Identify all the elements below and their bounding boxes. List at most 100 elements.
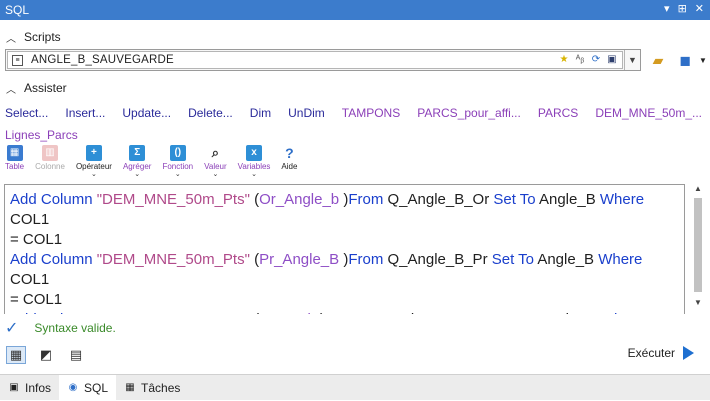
chevron-up-icon[interactable]: ︿ — [6, 30, 16, 45]
help-tool[interactable]: ? Aide — [281, 145, 297, 178]
code-line-wrap: = COL1 — [10, 231, 63, 248]
variables-icon: x — [246, 145, 263, 161]
value-tool-label: Valeur — [204, 162, 227, 171]
scroll-thumb[interactable] — [694, 198, 702, 292]
syntax-status-text: Syntaxe valide. — [34, 321, 116, 335]
chevron-down-icon[interactable]: ▼ — [624, 50, 640, 70]
value-tool[interactable]: ⌕ Valeur ⌄ — [204, 145, 227, 178]
tab-infos[interactable]: ▣ Infos — [0, 375, 59, 401]
function-icon: () — [169, 145, 186, 161]
assister-label: Assister — [24, 81, 67, 95]
info-icon: ▣ — [9, 382, 19, 393]
column-tool: ▥ Colonne — [35, 145, 65, 178]
bottom-tab-bar: ▣ Infos ◉ SQL ▦ Tâches — [0, 374, 710, 401]
code-tail: COL1 — [10, 211, 50, 228]
scripts-section-header[interactable]: ︿ Scripts — [0, 27, 61, 47]
chevron-down-icon: ⌄ — [134, 171, 141, 178]
aggregate-tool[interactable]: Σ Agréger ⌄ — [123, 145, 151, 178]
link-table-parcs-pour-affi[interactable]: PARCS_pour_affi... — [417, 106, 521, 120]
script-selector[interactable]: ≡ ANGLE_B_SAUVEGARDE ★ ᴬᵦ ⟳ ▣ ▼ — [5, 49, 641, 71]
new-script-icon[interactable]: ◼ — [676, 51, 694, 69]
scroll-up-icon[interactable]: ▲ — [690, 184, 706, 196]
link-update[interactable]: Update... — [122, 106, 171, 120]
star-icon[interactable]: ★ — [558, 54, 570, 66]
link-table-lignes-parcs[interactable]: Lignes_Parcs — [5, 128, 78, 142]
execute-button[interactable]: Exécuter — [628, 346, 694, 360]
operator-tool-label: Opérateur — [75, 162, 112, 171]
refresh-icon[interactable]: ⟳ — [590, 54, 602, 66]
code-paren: ) — [339, 251, 349, 268]
code-paren: ) — [316, 311, 325, 314]
script-selector-field[interactable]: ≡ ANGLE_B_SAUVEGARDE ★ ᴬᵦ ⟳ ▣ — [7, 51, 623, 69]
magnifier-icon: ⌕ — [207, 145, 224, 161]
dropdown-icon[interactable]: ▾ — [664, 2, 670, 15]
code-column: Or_Angle_b — [259, 191, 340, 208]
link-insert[interactable]: Insert... — [65, 106, 105, 120]
variables-tool[interactable]: x Variables ⌄ — [238, 145, 270, 178]
chevron-down-icon: ⌄ — [91, 171, 97, 178]
tab-sql-label: SQL — [84, 381, 109, 395]
function-tool[interactable]: () Fonction ⌄ — [162, 145, 193, 178]
tab-taches[interactable]: ▦ Tâches — [116, 375, 188, 401]
operator-icon: + — [85, 145, 102, 161]
code-string: "DEM_MNE_50m_Pts" — [96, 191, 250, 208]
close-icon[interactable]: ✕ — [695, 2, 704, 15]
sql-code[interactable]: Add Column "DEM_MNE_50m_Pts" (Or_Angle_b… — [5, 185, 684, 314]
link-delete[interactable]: Delete... — [188, 106, 233, 120]
table-tool[interactable]: ▦ Table — [5, 145, 24, 178]
sql-editor[interactable]: Add Column "DEM_MNE_50m_Pts" (Or_Angle_b… — [4, 184, 685, 314]
tab-infos-label: Infos — [25, 381, 52, 395]
link-table-dem-mne[interactable]: DEM_MNE_50m_... — [595, 106, 702, 120]
code-source: Q_Angle_B_Pr — [383, 251, 492, 268]
open-folder-icon[interactable]: ▰ — [649, 51, 667, 69]
operator-tool[interactable]: + Opérateur ⌄ — [76, 145, 112, 178]
code-keyword: Where — [598, 251, 643, 268]
code-line: Add Column "DEM_MNE_50m_Pts" (Or_Pr_b )F… — [10, 310, 679, 314]
link-dim[interactable]: Dim — [250, 106, 271, 120]
new-script-dropdown-icon[interactable]: ▼ — [694, 51, 710, 69]
assister-links: Select... Insert... Update... Delete... … — [5, 104, 705, 144]
table-icon: ▦ — [6, 145, 23, 161]
link-table-tampons[interactable]: TAMPONS — [342, 106, 400, 120]
code-column: Pr_Angle_B — [259, 251, 340, 268]
pin-icon[interactable]: ⊞ — [678, 2, 687, 15]
code-keyword: Set To — [493, 191, 536, 208]
bottom-toolbar: ▦ ◩ ▤ — [6, 346, 86, 364]
link-select[interactable]: Select... — [5, 106, 48, 120]
aggregate-tool-label: Agréger — [122, 162, 152, 171]
export-icon[interactable]: ▤ — [66, 346, 86, 364]
sigma-icon: Σ — [129, 145, 146, 161]
assister-toolbar: ▦ Table ▥ Colonne + Opérateur ⌄ Σ Agrége… — [5, 145, 308, 178]
tasks-icon: ▦ — [125, 382, 135, 393]
checkmark-icon: ✓ — [5, 320, 19, 337]
scroll-down-icon[interactable]: ▼ — [690, 298, 706, 310]
window-title: SQL — [5, 3, 30, 17]
tab-taches-label: Tâches — [141, 381, 181, 395]
code-paren: ) — [339, 191, 349, 208]
rename-icon[interactable]: ᴬᵦ — [574, 54, 586, 66]
help-tool-label: Aide — [281, 162, 298, 171]
code-keyword: From — [348, 251, 384, 268]
help-icon: ? — [281, 145, 298, 161]
syntax-status: ✓ Syntaxe valide. — [5, 318, 116, 338]
editor-scrollbar[interactable]: ▲ ▼ — [690, 184, 706, 316]
map-view-icon[interactable]: ◩ — [36, 346, 56, 364]
tab-sql[interactable]: ◉ SQL — [59, 375, 117, 401]
window-titlebar: SQL ▾ ⊞ ✕ — [0, 0, 710, 20]
code-keyword: Add Column — [10, 191, 97, 208]
scripts-label: Scripts — [24, 30, 61, 44]
chevron-up-icon[interactable]: ︿ — [6, 81, 16, 96]
code-column: Or_Pr_b — [259, 311, 316, 314]
save-icon[interactable]: ▣ — [606, 54, 618, 66]
code-source: Q_Angle_B_Or_Pr — [360, 311, 493, 314]
column-tool-label: Colonne — [35, 162, 65, 171]
code-value: Angle_B — [536, 311, 600, 314]
grid-view-icon[interactable]: ▦ — [6, 346, 26, 364]
link-table-parcs[interactable]: PARCS — [538, 106, 578, 120]
play-icon — [683, 346, 694, 360]
link-undim[interactable]: UnDim — [288, 106, 325, 120]
assister-section-header[interactable]: ︿ Assister — [0, 78, 67, 98]
code-keyword: Where — [599, 191, 645, 208]
column-icon: ▥ — [42, 145, 59, 161]
code-keyword: Set To — [493, 311, 535, 314]
